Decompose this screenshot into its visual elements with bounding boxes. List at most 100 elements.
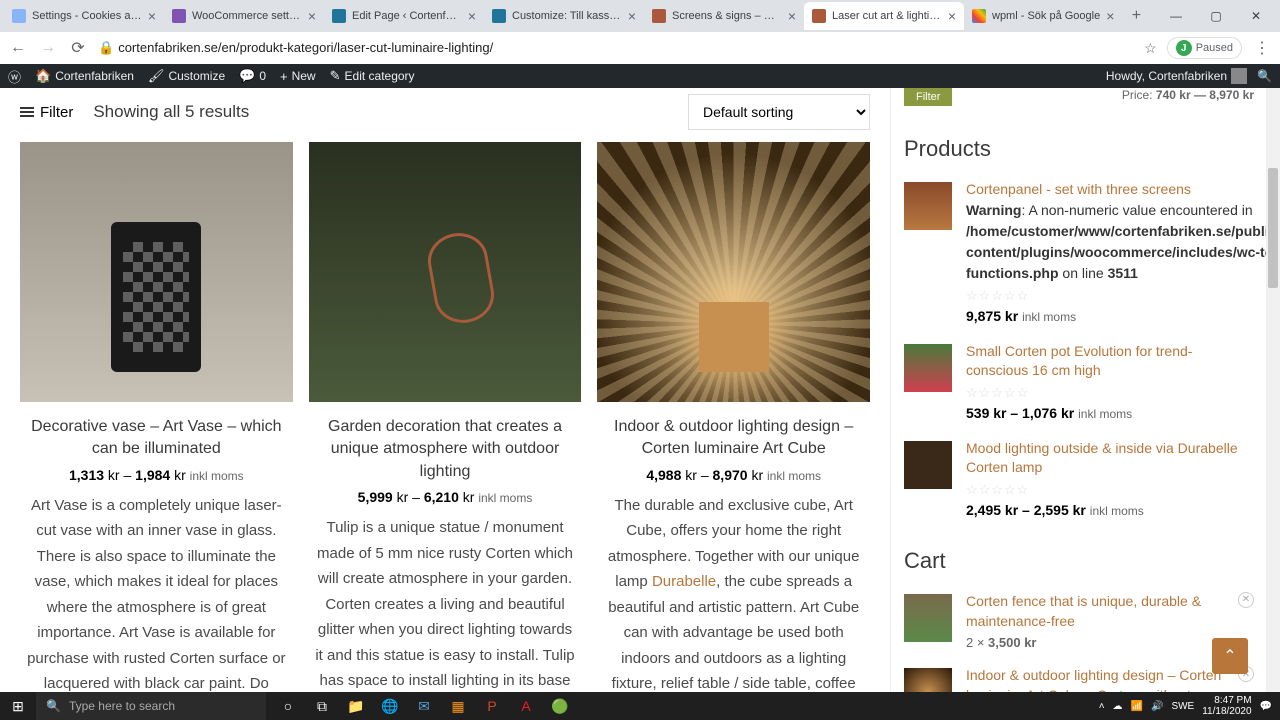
cart-item: Corten fence that is unique, durable & m… <box>904 592 1254 650</box>
onedrive-icon[interactable]: ☁ <box>1113 701 1123 712</box>
product-image[interactable] <box>597 142 870 402</box>
forward-button[interactable]: → <box>38 39 58 57</box>
favicon <box>812 9 826 23</box>
tray-chevron-icon[interactable]: ˄ <box>1099 701 1105 712</box>
close-tab-icon[interactable]: × <box>148 8 156 24</box>
language-indicator[interactable]: SWE <box>1171 701 1194 712</box>
browser-tab[interactable]: Laser cut art & lighting – Corten× <box>804 2 964 30</box>
reload-button[interactable]: ⟳ <box>68 38 88 58</box>
explorer-icon[interactable]: 📁 <box>340 692 372 720</box>
product-description: Tulip is a unique statue / monument made… <box>309 515 582 692</box>
lock-icon: 🔒 <box>98 40 114 55</box>
wp-logo-icon[interactable]: ⓦ <box>8 67 21 86</box>
customize-link[interactable]: 🖌Customize <box>148 68 225 84</box>
network-icon[interactable]: 📶 <box>1131 701 1143 712</box>
minimize-button[interactable]: — <box>1156 9 1196 23</box>
menu-icon[interactable]: ⋮ <box>1252 38 1272 58</box>
product-grid: Decorative vase – Art Vase – which can b… <box>20 142 870 692</box>
cart-thumbnail[interactable] <box>904 594 952 642</box>
app-icon[interactable]: ▦ <box>442 692 474 720</box>
profile-paused-chip[interactable]: JPaused <box>1167 37 1242 59</box>
mail-icon[interactable]: ✉ <box>408 692 440 720</box>
acrobat-icon[interactable]: A <box>510 692 542 720</box>
product-price: 4,988 kr – 8,970 kr inkl moms <box>597 467 870 483</box>
close-tab-icon[interactable]: × <box>468 8 476 24</box>
product-title[interactable]: Indoor & outdoor lighting design – Corte… <box>603 416 864 461</box>
window-controls: — ▢ ✕ <box>1156 9 1276 23</box>
browser-tab[interactable]: wpml - Sök på Google × <box>964 2 1122 30</box>
site-name-link[interactable]: 🏠Cortenfabriken <box>35 68 134 84</box>
scroll-to-top-button[interactable]: ⌃ <box>1212 638 1248 674</box>
remove-cart-item[interactable]: ✕ <box>1238 592 1254 608</box>
new-link[interactable]: +New <box>280 69 316 84</box>
browser-tab[interactable]: Screens & signs – Cortenfabriken × <box>644 2 804 30</box>
product-title[interactable]: Decorative vase – Art Vase – which can b… <box>26 416 287 461</box>
new-tab-button[interactable]: + <box>1122 7 1150 25</box>
close-tab-icon[interactable]: × <box>308 8 316 24</box>
taskbar-clock[interactable]: 8:47 PM11/18/2020 <box>1202 695 1251 717</box>
url-field[interactable]: 🔒cortenfabriken.se/en/produkt-kategori/l… <box>98 40 1134 56</box>
browser-tab[interactable]: Customize: Till kassan – Cortenf× <box>484 2 644 30</box>
close-tab-icon[interactable]: × <box>948 8 956 24</box>
durabelle-link[interactable]: Durabelle <box>652 573 716 590</box>
bookmark-icon[interactable]: ☆ <box>1144 40 1157 57</box>
edge-icon[interactable]: 🌐 <box>374 692 406 720</box>
favicon <box>492 9 506 23</box>
edit-category-link[interactable]: ✎Edit category <box>330 68 415 84</box>
tab-title: wpml - Sök på Google <box>992 10 1100 22</box>
notifications-icon[interactable]: 💬 <box>1260 701 1272 712</box>
product-image[interactable] <box>20 142 293 402</box>
filter-button[interactable]: Filter <box>904 88 952 106</box>
product-link[interactable]: Small Corten pot Evolution for trend-con… <box>966 343 1192 379</box>
close-tab-icon[interactable]: × <box>628 8 636 24</box>
product-title[interactable]: Garden decoration that creates a unique … <box>315 416 576 483</box>
product-image[interactable] <box>309 142 582 402</box>
product-link[interactable]: Mood lighting outside & inside via Durab… <box>966 440 1238 476</box>
filter-toggle[interactable]: Filter <box>20 104 73 121</box>
tab-title: Screens & signs – Cortenfabriken <box>672 10 782 22</box>
taskbar-apps: ○ ⧉ 📁 🌐 ✉ ▦ P A 🟢 <box>272 692 576 720</box>
product-link[interactable]: Cortenpanel - set with three screens <box>966 181 1191 197</box>
browser-tab[interactable]: WooCommerce settings ‹ Corten× <box>164 2 324 30</box>
rating-stars: ☆☆☆☆☆ <box>966 288 1280 304</box>
search-icon[interactable]: 🔍 <box>1257 69 1272 83</box>
product-thumbnail[interactable] <box>904 441 952 489</box>
cart-product-link[interactable]: Indoor & outdoor lighting design – Corte… <box>966 667 1221 692</box>
rating-stars: ☆☆☆☆☆ <box>966 482 1254 498</box>
product-card: Garden decoration that creates a unique … <box>309 142 582 692</box>
volume-icon[interactable]: 🔊 <box>1151 701 1163 712</box>
favicon <box>172 9 186 23</box>
close-window-button[interactable]: ✕ <box>1236 9 1276 23</box>
cortana-icon[interactable]: ○ <box>272 692 304 720</box>
cart-item: Indoor & outdoor lighting design – Corte… <box>904 666 1254 692</box>
chrome-icon[interactable]: 🟢 <box>544 692 576 720</box>
scrollbar-thumb[interactable] <box>1268 168 1278 288</box>
main-column: Filter Showing all 5 results Default sor… <box>0 88 890 692</box>
close-tab-icon[interactable]: × <box>788 8 796 24</box>
sort-select[interactable]: Default sorting <box>689 95 869 129</box>
cart-thumbnail[interactable] <box>904 668 952 692</box>
maximize-button[interactable]: ▢ <box>1196 9 1236 23</box>
cart-heading: Cart <box>904 548 1254 574</box>
powerpoint-icon[interactable]: P <box>476 692 508 720</box>
start-button[interactable]: ⊞ <box>0 698 36 715</box>
favicon <box>652 9 666 23</box>
browser-tab[interactable]: Settings - Cookies and other site× <box>4 2 164 30</box>
task-view-icon[interactable]: ⧉ <box>306 692 338 720</box>
favicon <box>12 9 26 23</box>
product-thumbnail[interactable] <box>904 344 952 392</box>
vertical-scrollbar[interactable] <box>1266 88 1280 692</box>
sidebar-product-item: Cortenpanel - set with three screens War… <box>904 180 1254 324</box>
sidebar-price: 9,875 kr inkl moms <box>966 308 1280 324</box>
taskbar-search[interactable]: 🔍Type here to search <box>36 692 266 720</box>
cart-qty: 2 × 3,500 kr <box>966 635 1254 650</box>
php-warning: Warning: A non-numeric value encountered… <box>966 200 1280 284</box>
product-thumbnail[interactable] <box>904 182 952 230</box>
back-button[interactable]: ← <box>8 39 28 57</box>
comments-link[interactable]: 💬0 <box>239 68 266 84</box>
tab-title: Edit Page ‹ Cortenfabriken — W <box>352 10 462 22</box>
cart-product-link[interactable]: Corten fence that is unique, durable & m… <box>966 593 1201 629</box>
browser-tab[interactable]: Edit Page ‹ Cortenfabriken — W × <box>324 2 484 30</box>
close-tab-icon[interactable]: × <box>1106 8 1114 24</box>
howdy-link[interactable]: Howdy, Cortenfabriken <box>1106 68 1247 84</box>
